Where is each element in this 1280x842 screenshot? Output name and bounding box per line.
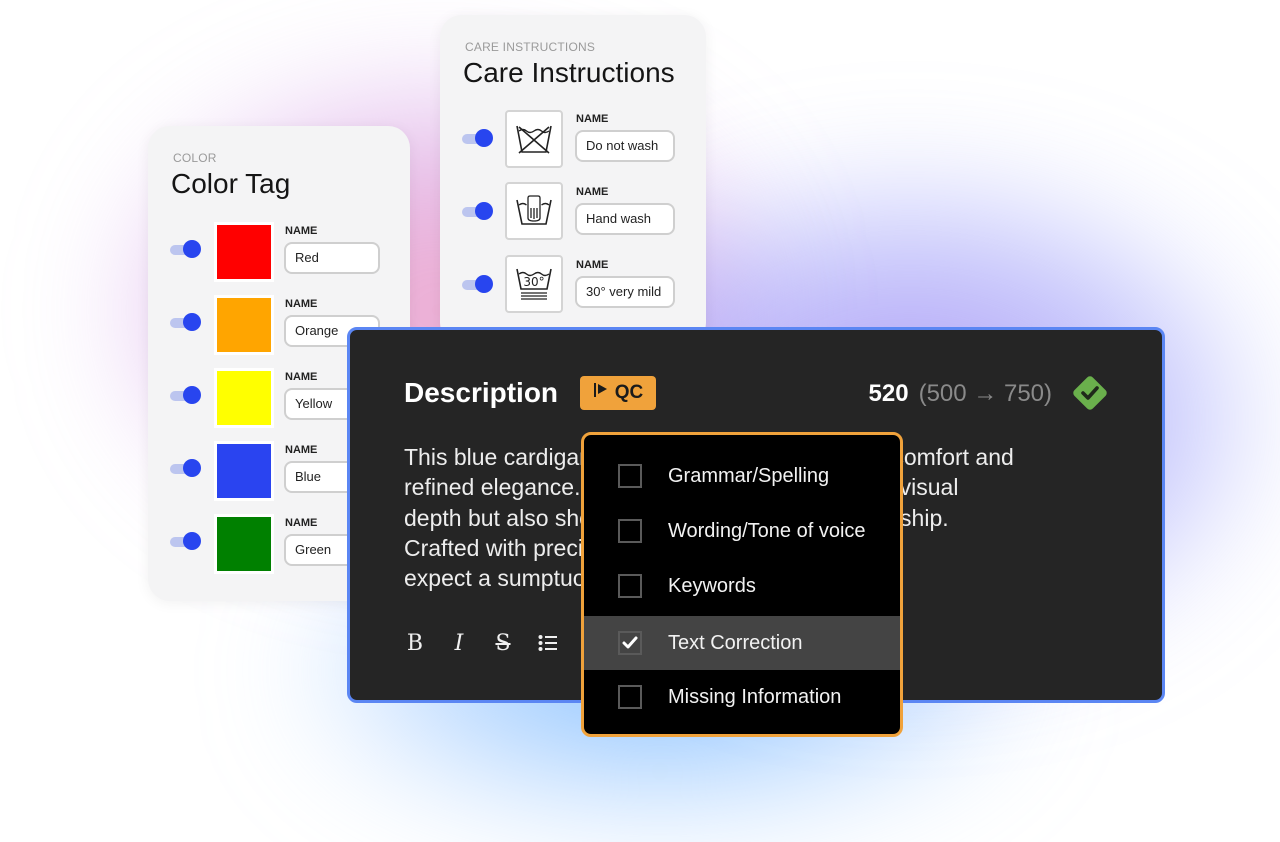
option-label: Grammar/Spelling [668,464,830,487]
care-field-label: NAME [576,259,609,271]
qc-reason-menu: Grammar/Spelling Wording/Tone of voice K… [581,432,903,737]
bold-button[interactable]: B [400,628,430,658]
color-field-label: NAME [285,298,318,310]
hand-wash-icon [505,182,563,240]
color-toggle-orange[interactable] [170,313,202,331]
bulleted-list-button[interactable] [533,628,563,658]
strikethrough-button[interactable]: S [488,628,518,658]
qc-option-wording-tone[interactable]: Wording/Tone of voice [584,504,900,558]
color-card-title: Color Tag [171,168,291,199]
color-toggle-green[interactable] [170,532,202,550]
checkbox[interactable] [618,464,642,488]
care-instructions-card: CARE INSTRUCTIONS Care Instructions NAME… [440,15,706,345]
color-toggle-blue[interactable] [170,459,202,477]
checkbox[interactable] [618,685,642,709]
valid-check-icon [1070,373,1110,413]
bold-icon: B [406,630,424,656]
option-label: Text Correction [668,631,803,654]
flag-icon [593,382,609,404]
care-name-input-do-not-wash[interactable]: Do not wash [575,130,675,162]
color-swatch-orange[interactable] [214,295,274,355]
care-toggle-hand-wash[interactable] [462,202,494,220]
bulleted-list-icon [538,635,557,651]
color-card-eyebrow: COLOR [173,151,217,165]
care-card-title: Care Instructions [463,57,675,88]
color-swatch-red[interactable] [214,222,274,282]
wash-30-very-mild-icon: 30° [505,255,563,313]
care-toggle-do-not-wash[interactable] [462,129,494,147]
italic-icon: I [454,630,464,656]
color-field-label: NAME [285,371,318,383]
option-label: Keywords [668,574,756,597]
care-toggle-30-very-mild[interactable] [462,275,494,293]
character-count: 520 (500 → 750) [869,380,1052,408]
qc-option-keywords[interactable]: Keywords [584,559,900,613]
care-name-input-30-very-mild[interactable]: 30° very mild [575,276,675,308]
italic-button[interactable]: I [444,628,474,658]
checkbox[interactable] [618,519,642,543]
color-field-label: NAME [285,444,318,456]
option-label: Wording/Tone of voice [668,519,866,542]
color-toggle-yellow[interactable] [170,386,202,404]
color-field-label: NAME [285,517,318,529]
color-swatch-green[interactable] [214,514,274,574]
color-toggle-red[interactable] [170,240,202,258]
color-name-input-red[interactable]: Red [284,242,380,274]
strikethrough-icon: S [495,630,511,656]
care-name-input-hand-wash[interactable]: Hand wash [575,203,675,235]
do-not-wash-icon [505,110,563,168]
description-title: Description [404,377,559,408]
qc-option-grammar-spelling[interactable]: Grammar/Spelling [584,449,900,503]
character-count-value: 520 [868,380,909,407]
color-field-label: NAME [285,225,318,237]
qc-option-missing-information[interactable]: Missing Information [584,670,900,724]
checkmark-icon [622,636,638,649]
care-icon-temperature: 30° [523,275,544,289]
checkbox-checked[interactable] [618,631,642,655]
option-label: Missing Information [668,685,842,708]
character-count-range: (500 → 750) [918,380,1052,407]
care-field-label: NAME [576,113,609,125]
checkbox[interactable] [618,574,642,598]
qc-flag-button[interactable]: QC [580,376,656,410]
qc-label: QC [614,382,644,403]
color-swatch-blue[interactable] [214,441,274,501]
care-card-eyebrow: CARE INSTRUCTIONS [465,40,596,54]
color-swatch-yellow[interactable] [214,368,274,428]
care-field-label: NAME [576,186,609,198]
qc-option-text-correction[interactable]: Text Correction [584,616,900,670]
